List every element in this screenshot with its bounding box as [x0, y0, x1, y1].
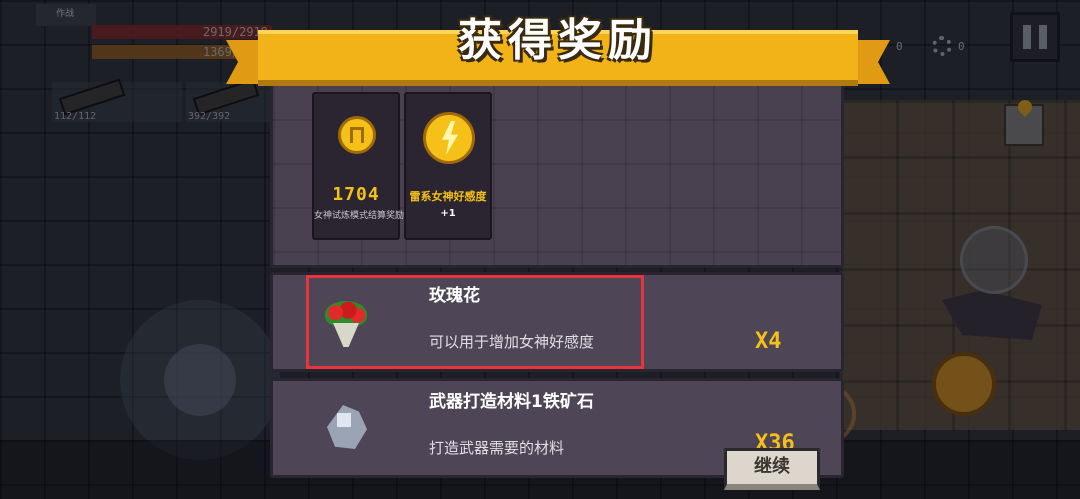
continue-button[interactable]: 继续: [724, 448, 820, 490]
reward-card-coins: 1704 女神试炼模式结算奖励+1704: [312, 92, 435, 240]
item-desc: 打造武器需要的材料: [429, 439, 565, 457]
item-title: 武器打造材料1铁矿石: [429, 392, 594, 412]
coin-icon: [338, 116, 376, 154]
coin-reward-desc: 女神试炼模式结算奖励+1704: [314, 211, 435, 221]
iron-ore-icon: [327, 405, 367, 449]
lightning-icon: [423, 112, 475, 164]
reward-card-affection: 雷系女神好感度 +1: [404, 92, 492, 240]
coin-amount: 1704: [332, 184, 380, 205]
highlight-box: [306, 275, 644, 369]
affection-name: 雷系女神好感度: [409, 190, 487, 203]
affection-amount: +1: [440, 208, 456, 219]
dialog-title: 获得奖励: [458, 15, 658, 66]
item-quantity: X4: [755, 329, 782, 354]
